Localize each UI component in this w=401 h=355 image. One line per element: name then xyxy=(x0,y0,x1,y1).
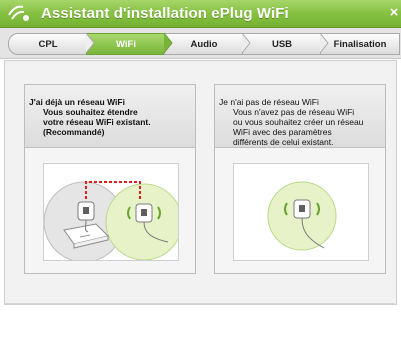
option-new-line4: WiFi avec des paramètres xyxy=(233,127,332,137)
eplug-logo-icon xyxy=(8,5,29,21)
option-existing-text: J'ai déjà un réseau WiFi Vous souhaitez … xyxy=(29,97,189,137)
option-existing-line1: J'ai déjà un réseau WiFi xyxy=(29,97,125,107)
option-existing-header[interactable]: J'ai déjà un réseau WiFi Vous souhaitez … xyxy=(25,85,195,148)
option-new-network[interactable]: Je n'ai pas de réseau WiFi Vous n'avez p… xyxy=(214,84,386,274)
step-chevrons xyxy=(85,32,329,54)
option-new-text: Je n'ai pas de réseau WiFi Vous n'avez p… xyxy=(219,97,379,147)
chevron-right-icon xyxy=(163,32,173,54)
option-new-line3: ou vous souhaitez créer un réseau xyxy=(233,117,364,127)
option-existing-line3: votre réseau WiFi existant. xyxy=(43,117,151,127)
option-existing-line4: (Recommandé) xyxy=(43,127,105,137)
option-existing-network[interactable]: J'ai déjà un réseau WiFi Vous souhaitez … xyxy=(24,84,196,274)
option-new-header[interactable]: Je n'ai pas de réseau WiFi Vous n'avez p… xyxy=(215,85,385,148)
new-network-illustration xyxy=(233,163,369,261)
chevron-right-icon xyxy=(319,32,329,54)
chevron-right-icon xyxy=(85,32,95,54)
option-new-line1: Je n'ai pas de réseau WiFi xyxy=(219,97,319,107)
option-new-line2: Vous n'avez pas de réseau WiFi xyxy=(233,107,355,117)
window-title: Assistant d'installation ePlug WiFi xyxy=(41,5,289,22)
chevron-right-icon xyxy=(241,32,251,54)
close-button[interactable]: × xyxy=(387,4,401,22)
option-existing-line2: Vous souhaitez étendre xyxy=(43,107,138,117)
existing-network-illustration xyxy=(43,163,183,263)
title-bar: Assistant d'installation ePlug WiFi × xyxy=(0,0,401,28)
footer-divider xyxy=(4,303,395,304)
option-new-line5: différents de celui existant. xyxy=(233,137,334,147)
